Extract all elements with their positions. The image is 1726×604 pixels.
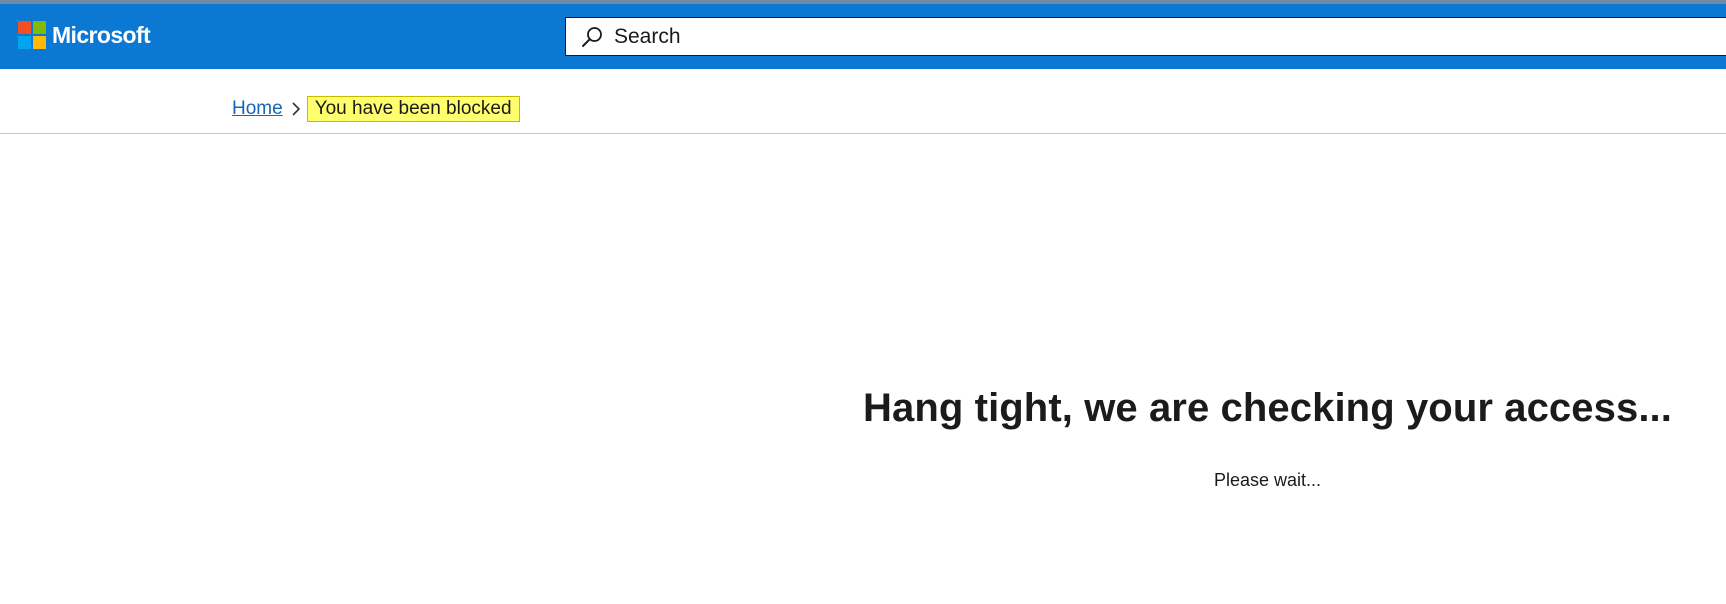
search-placeholder: Search	[614, 24, 681, 48]
microsoft-logo-icon	[18, 21, 46, 49]
search-input[interactable]: Search	[565, 17, 1726, 56]
breadcrumb: Home You have been blocked	[232, 95, 520, 123]
header-divider	[0, 133, 1726, 134]
breadcrumb-home-link[interactable]: Home	[232, 98, 283, 120]
search-icon[interactable]	[580, 25, 604, 49]
logo-square-red	[18, 21, 31, 34]
logo-square-blue	[18, 36, 31, 49]
site-header: Microsoft Search	[0, 4, 1726, 69]
chevron-right-icon	[291, 102, 303, 116]
page-title: Hang tight, we are checking your access.…	[863, 386, 1672, 430]
logo-text: Microsoft	[52, 21, 151, 48]
microsoft-logo[interactable]: Microsoft	[18, 21, 151, 49]
status-message: Please wait...	[1213, 470, 1322, 490]
breadcrumb-current: You have been blocked	[306, 96, 520, 122]
logo-square-green	[33, 21, 46, 34]
logo-square-yellow	[33, 36, 46, 49]
